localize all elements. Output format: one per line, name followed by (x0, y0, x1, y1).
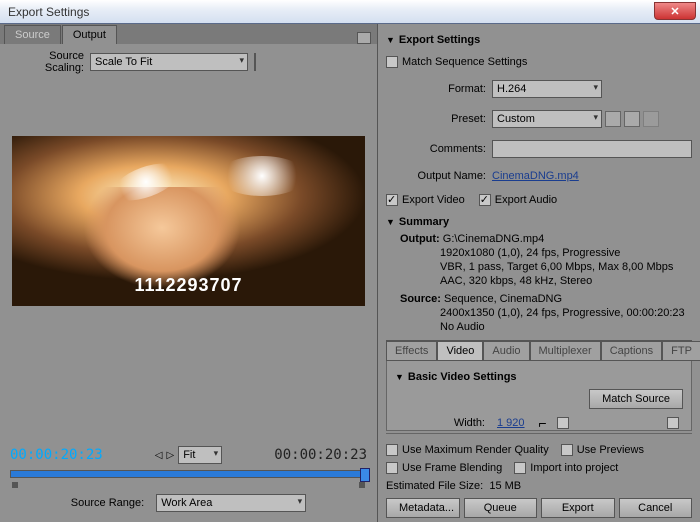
export-button[interactable]: Export (541, 498, 615, 518)
max-quality-checkbox[interactable] (386, 444, 398, 456)
panel-menu-icon[interactable] (357, 32, 371, 44)
range-handles[interactable] (12, 482, 365, 488)
export-audio-label: Export Audio (495, 194, 557, 206)
source-scaling-label: Source Scaling: (10, 50, 90, 74)
summary-src-0: Sequence, CinemaDNG (444, 293, 562, 305)
width-label: Width: (395, 417, 491, 429)
source-scaling-select[interactable]: Scale To Fit (90, 53, 248, 71)
import-preset-icon[interactable] (624, 111, 640, 127)
tab-source[interactable]: Source (4, 25, 61, 44)
max-quality-label: Use Maximum Render Quality (402, 444, 549, 456)
est-size-value: 15 MB (489, 480, 521, 492)
preset-select[interactable]: Custom (492, 110, 602, 128)
tab-audio[interactable]: Audio (483, 341, 529, 361)
cancel-button[interactable]: Cancel (619, 498, 693, 518)
tab-captions[interactable]: Captions (601, 341, 662, 361)
dim-match-checkbox[interactable] (667, 417, 679, 429)
window-titlebar: Export Settings ✕ (0, 0, 700, 24)
preview-tabs: Source Output (0, 24, 377, 44)
basic-video-heading[interactable]: Basic Video Settings (395, 371, 683, 383)
width-value[interactable]: 1 920 (497, 417, 525, 429)
tab-video[interactable]: Video (437, 341, 483, 361)
tab-multiplexer[interactable]: Multiplexer (530, 341, 601, 361)
export-video-checkbox[interactable] (386, 194, 398, 206)
frame-blending-checkbox[interactable] (386, 462, 398, 474)
tab-effects[interactable]: Effects (386, 341, 437, 361)
source-range-label: Source Range: (71, 497, 150, 509)
width-lock-checkbox[interactable] (557, 417, 569, 429)
video-preview: 1112293707 (12, 136, 365, 306)
summary-out-2: VBR, 1 pass, Target 6,00 Mbps, Max 8,00 … (440, 260, 692, 274)
timeline-bar[interactable] (10, 470, 367, 478)
summary-heading[interactable]: Summary (386, 216, 692, 228)
comments-label: Comments: (386, 143, 492, 155)
prev-frame-icon[interactable]: ◁ (155, 450, 163, 461)
tab-ftp[interactable]: FTP (662, 341, 700, 361)
output-name-link[interactable]: CinemaDNG.mp4 (492, 170, 579, 182)
queue-button[interactable]: Queue (464, 498, 538, 518)
preview-watermark: 1112293707 (134, 275, 242, 296)
output-name-label: Output Name: (386, 170, 492, 182)
export-settings-heading[interactable]: Export Settings (386, 34, 692, 46)
summary-out-1: 1920x1080 (1,0), 24 fps, Progressive (440, 246, 692, 260)
use-previews-label: Use Previews (577, 444, 644, 456)
est-size-label: Estimated File Size: (386, 480, 483, 492)
match-source-button[interactable]: Match Source (589, 389, 683, 409)
format-select[interactable]: H.264 (492, 80, 602, 98)
use-previews-checkbox[interactable] (561, 444, 573, 456)
window-title: Export Settings (8, 5, 89, 19)
summary-out-3: AAC, 320 kbps, 48 kHz, Stereo (440, 274, 692, 288)
timecode-out: 00:00:20:23 (274, 447, 367, 463)
summary-output-path: G:\CinemaDNG.mp4 (443, 233, 544, 245)
timecode-in[interactable]: 00:00:20:23 (10, 447, 103, 463)
summary-output-label: Output: (400, 233, 440, 245)
export-video-label: Export Video (402, 194, 465, 206)
tab-output[interactable]: Output (62, 25, 117, 44)
import-project-label: Import into project (530, 462, 618, 474)
zoom-fit-select[interactable]: Fit (178, 446, 222, 464)
match-sequence-checkbox[interactable] (386, 56, 398, 68)
summary-source-label: Source: (400, 293, 441, 305)
save-preset-icon[interactable] (605, 111, 621, 127)
next-frame-icon[interactable]: ▷ (167, 450, 175, 461)
comments-input[interactable] (492, 140, 692, 158)
close-button[interactable]: ✕ (654, 2, 696, 20)
preset-label: Preset: (386, 113, 492, 125)
summary-src-2: No Audio (440, 320, 692, 334)
export-audio-checkbox[interactable] (479, 194, 491, 206)
metadata-button[interactable]: Metadata... (386, 498, 460, 518)
import-project-checkbox[interactable] (514, 462, 526, 474)
delete-preset-icon[interactable] (643, 111, 659, 127)
divider (254, 53, 256, 71)
match-sequence-label: Match Sequence Settings (402, 56, 527, 68)
format-label: Format: (386, 83, 492, 95)
settings-subtabs: Effects Video Audio Multiplexer Captions… (386, 340, 692, 361)
playhead-icon[interactable] (360, 468, 370, 482)
source-range-select[interactable]: Work Area (156, 494, 306, 512)
summary-src-1: 2400x1350 (1,0), 24 fps, Progressive, 00… (440, 306, 692, 320)
link-dimensions-icon[interactable]: ⌐ (539, 415, 547, 431)
frame-blending-label: Use Frame Blending (402, 462, 502, 474)
